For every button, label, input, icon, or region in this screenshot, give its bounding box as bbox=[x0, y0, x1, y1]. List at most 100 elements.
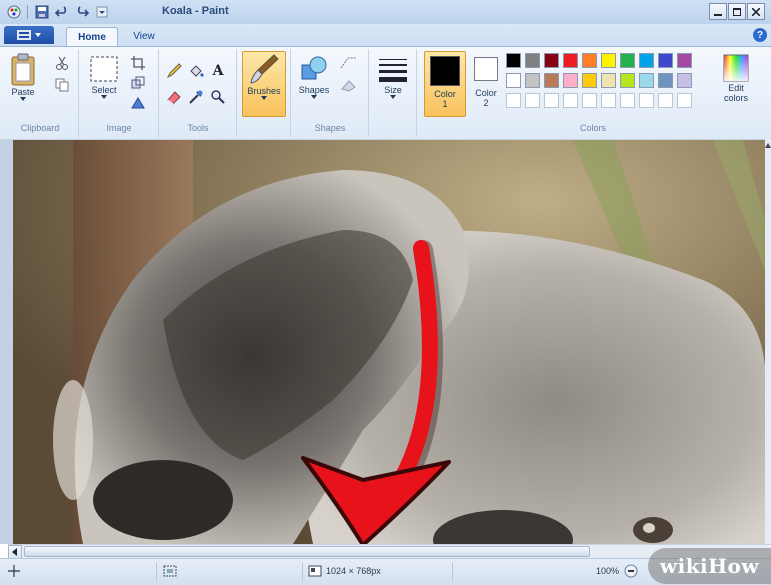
palette-swatch[interactable] bbox=[544, 73, 559, 88]
save-icon[interactable] bbox=[34, 4, 50, 20]
close-button[interactable] bbox=[747, 3, 765, 20]
palette-swatch[interactable] bbox=[582, 73, 597, 88]
customize-qat-icon[interactable] bbox=[94, 4, 110, 20]
palette-swatch[interactable] bbox=[582, 53, 597, 68]
palette-swatch[interactable] bbox=[506, 73, 521, 88]
selection-size-icon bbox=[163, 565, 177, 580]
scroll-up-icon[interactable] bbox=[765, 141, 771, 151]
palette-swatch[interactable] bbox=[506, 93, 521, 108]
palette-swatch[interactable] bbox=[639, 93, 654, 108]
image-dimensions: 1024 × 768px bbox=[308, 565, 381, 577]
color2-button[interactable]: Color 2 bbox=[468, 53, 504, 108]
quick-access-toolbar bbox=[6, 3, 110, 21]
paste-label: Paste bbox=[11, 87, 35, 97]
copy-icon[interactable] bbox=[54, 77, 70, 93]
outline-icon[interactable] bbox=[340, 55, 356, 71]
ribbon: Paste Clipboard Select Image A Tools Bru… bbox=[0, 46, 771, 140]
palette-swatch[interactable] bbox=[639, 53, 654, 68]
rotate-icon[interactable] bbox=[130, 95, 146, 111]
cut-icon[interactable] bbox=[54, 55, 70, 71]
palette-swatch[interactable] bbox=[601, 53, 616, 68]
palette-swatch[interactable] bbox=[658, 73, 673, 88]
palette-swatch[interactable] bbox=[601, 73, 616, 88]
window-title: Koala - Paint bbox=[162, 5, 229, 17]
palette-swatch[interactable] bbox=[620, 53, 635, 68]
chevron-down-icon bbox=[35, 33, 41, 37]
palette-swatch[interactable] bbox=[677, 73, 692, 88]
scroll-left-button[interactable] bbox=[8, 545, 22, 559]
brushes-button[interactable]: Brushes bbox=[242, 51, 286, 117]
koala-image-canvas[interactable] bbox=[13, 140, 765, 544]
eraser-icon[interactable] bbox=[166, 89, 182, 105]
help-icon[interactable]: ? bbox=[753, 28, 767, 42]
clipboard-group: Paste Clipboard bbox=[2, 49, 79, 137]
status-separator bbox=[302, 563, 303, 581]
maximize-button[interactable] bbox=[728, 3, 746, 20]
color-palette bbox=[506, 53, 716, 113]
palette-swatch[interactable] bbox=[601, 93, 616, 108]
palette-swatch[interactable] bbox=[563, 53, 578, 68]
paint-menu-button[interactable] bbox=[4, 26, 54, 44]
magnifier-icon[interactable] bbox=[210, 89, 226, 105]
wikihow-watermark: wikiHow bbox=[648, 548, 771, 584]
paste-button[interactable]: Paste bbox=[6, 53, 40, 101]
select-button[interactable]: Select bbox=[84, 53, 124, 99]
color1-label: Color bbox=[434, 89, 456, 99]
pencil-icon[interactable] bbox=[166, 63, 182, 79]
palette-swatch[interactable] bbox=[563, 93, 578, 108]
minimize-button[interactable] bbox=[709, 3, 727, 20]
shapes-label: Shapes bbox=[298, 85, 330, 95]
size-button[interactable]: Size bbox=[374, 55, 412, 99]
vertical-scrollbar[interactable] bbox=[765, 139, 771, 544]
edit-colors-label: Edit bbox=[728, 83, 744, 93]
palette-swatch[interactable] bbox=[639, 73, 654, 88]
shape-fill-icon[interactable] bbox=[340, 77, 356, 93]
palette-swatch[interactable] bbox=[620, 73, 635, 88]
ribbon-tab-row: Home View ? bbox=[0, 24, 771, 47]
palette-swatch[interactable] bbox=[525, 93, 540, 108]
size-label: Size bbox=[384, 85, 402, 95]
image-dimensions-text: 1024 × 768px bbox=[326, 566, 381, 576]
palette-swatch[interactable] bbox=[677, 53, 692, 68]
color1-button[interactable]: Color 1 bbox=[424, 51, 466, 117]
text-tool-icon[interactable]: A bbox=[210, 63, 226, 79]
canvas-area bbox=[0, 139, 771, 544]
shapes-button[interactable]: Shapes bbox=[294, 53, 334, 99]
chevron-down-icon bbox=[390, 95, 396, 99]
brushes-label: Brushes bbox=[247, 86, 281, 96]
edit-colors-button[interactable]: Edit colors bbox=[714, 53, 758, 103]
resize-icon[interactable] bbox=[130, 75, 146, 91]
palette-swatch[interactable] bbox=[544, 53, 559, 68]
select-icon bbox=[90, 56, 118, 82]
palette-swatch[interactable] bbox=[582, 93, 597, 108]
palette-swatch[interactable] bbox=[544, 93, 559, 108]
menu-icon bbox=[17, 30, 31, 40]
palette-swatch[interactable] bbox=[506, 53, 521, 68]
tab-view[interactable]: View bbox=[122, 27, 166, 46]
palette-swatch[interactable] bbox=[677, 93, 692, 108]
color-picker-icon[interactable] bbox=[188, 89, 204, 105]
palette-swatch[interactable] bbox=[658, 93, 673, 108]
paste-icon bbox=[11, 53, 35, 86]
zoom-out-button[interactable] bbox=[624, 564, 638, 581]
title-bar: Koala - Paint bbox=[0, 0, 771, 25]
redo-icon[interactable] bbox=[74, 4, 90, 20]
line-size-icon bbox=[379, 59, 407, 82]
scroll-thumb[interactable] bbox=[24, 546, 590, 557]
tab-home[interactable]: Home bbox=[66, 27, 118, 47]
chevron-left-icon bbox=[12, 548, 17, 556]
brushes-group: Brushes bbox=[238, 49, 291, 137]
palette-swatch[interactable] bbox=[658, 53, 673, 68]
palette-swatch[interactable] bbox=[525, 53, 540, 68]
crop-icon[interactable] bbox=[130, 55, 146, 71]
palette-swatch[interactable] bbox=[563, 73, 578, 88]
undo-icon[interactable] bbox=[54, 4, 70, 20]
shapes-icon bbox=[301, 56, 327, 80]
image-group: Select Image bbox=[80, 49, 159, 137]
palette-swatch[interactable] bbox=[620, 93, 635, 108]
paint-app-icon[interactable] bbox=[6, 4, 22, 20]
fill-icon[interactable] bbox=[188, 63, 204, 79]
separator-icon bbox=[26, 4, 30, 20]
chevron-down-icon bbox=[311, 95, 317, 99]
palette-swatch[interactable] bbox=[525, 73, 540, 88]
